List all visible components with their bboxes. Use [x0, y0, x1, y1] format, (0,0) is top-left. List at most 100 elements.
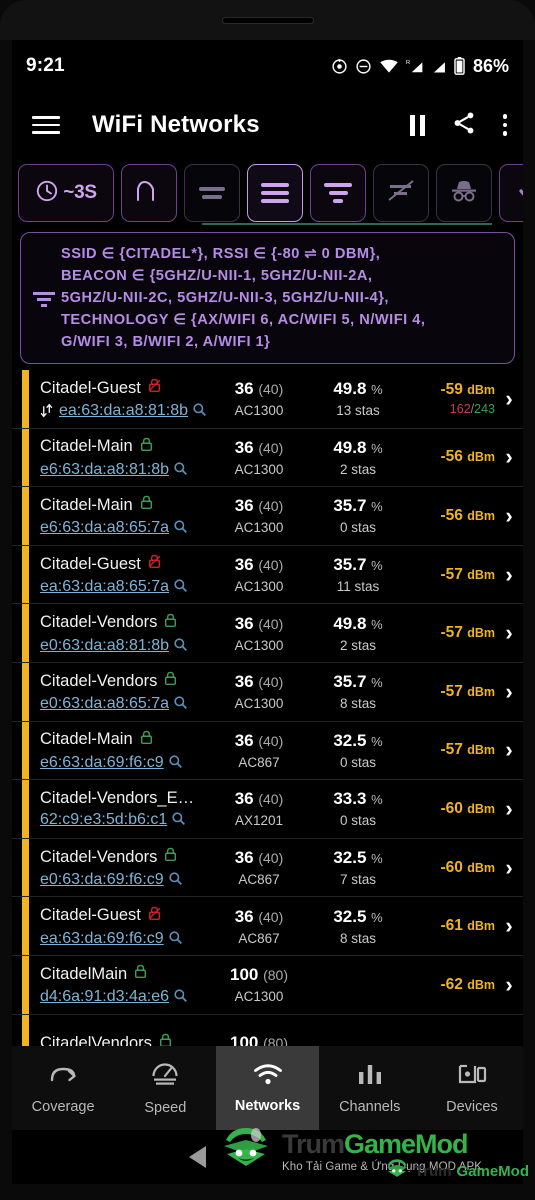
- network-bssid[interactable]: e0:63:da:69:f6:c9: [40, 871, 164, 889]
- incognito-button[interactable]: [436, 164, 492, 222]
- share-icon[interactable]: [451, 110, 477, 141]
- network-list[interactable]: Citadel-Guest ea:63:da:a8:81:8b 36 (40) AC1…: [12, 370, 523, 1074]
- download-button[interactable]: [499, 164, 523, 222]
- row-chevron-icon[interactable]: ›: [497, 386, 521, 412]
- channel-column: 36 (40) AC1300: [207, 379, 311, 418]
- network-row[interactable]: CitadelMain d4:6a:91:d3:4a:e6 100 (80) AC13…: [12, 955, 523, 1015]
- bssid-search-icon[interactable]: [173, 637, 188, 655]
- network-bssid[interactable]: d4:6a:91:d3:4a:e6: [40, 988, 169, 1006]
- bssid-search-icon[interactable]: [173, 578, 188, 596]
- load-column: 32.5 % 0 stas: [311, 731, 405, 770]
- network-row[interactable]: Citadel-Vendors_EXT ... 62:c9:e3:5d:b6:c1…: [12, 780, 523, 839]
- channel-load: 49.8 %: [333, 437, 383, 457]
- network-bssid[interactable]: e0:63:da:a8:65:7a: [40, 695, 169, 713]
- network-bssid[interactable]: e6:63:da:69:f6:c9: [40, 754, 164, 772]
- ssid-line: Citadel-Vendors_EXT ...: [40, 789, 207, 808]
- rssi-column: -61 dBm: [405, 917, 497, 935]
- bssid-search-icon[interactable]: [173, 695, 188, 713]
- network-ssid: Citadel-Guest: [40, 378, 141, 397]
- network-row-body: Citadel-Vendors e0:63:da:69:f6:c9 36 (40) A…: [29, 839, 523, 897]
- network-row[interactable]: Citadel-Main e6:63:da:a8:65:7a 36 (40) AC13…: [12, 487, 523, 546]
- network-bssid[interactable]: ea:63:da:a8:65:7a: [40, 578, 169, 596]
- row-chevron-icon[interactable]: ›: [497, 620, 521, 646]
- bssid-search-icon[interactable]: [168, 754, 183, 772]
- nav-item-speed[interactable]: Speed: [114, 1046, 216, 1130]
- network-row[interactable]: Citadel-Vendors e0:63:da:a8:65:7a 36 (40) A…: [12, 662, 523, 722]
- network-row[interactable]: Citadel-Guest ea:63:da:69:f6:c9 36 (40) AC8…: [12, 897, 523, 956]
- row-chevron-icon[interactable]: ›: [497, 444, 521, 470]
- network-row[interactable]: Citadel-Guest ea:63:da:a8:81:8b 36 (40) AC1…: [12, 370, 523, 429]
- load-column: 32.5 % 8 stas: [311, 907, 405, 946]
- channel-number: 36 (40): [234, 848, 284, 868]
- filter-criteria-box[interactable]: SSID ∈ {CITADEL*}, RSSI ∈ {-80 ⇌ 0 DBM},…: [20, 232, 515, 364]
- phy-rate: AC1300: [234, 989, 284, 1005]
- network-bssid[interactable]: 62:c9:e3:5d:b6:c1: [40, 811, 167, 829]
- sort-filter-button[interactable]: [310, 164, 366, 222]
- network-ssid: Citadel-Vendors_EXT ...: [40, 788, 201, 807]
- filter-toolbar: ~3S: [12, 162, 523, 224]
- row-rates: 162/243: [449, 402, 495, 417]
- bssid-search-icon[interactable]: [173, 988, 188, 1006]
- closed-lock-green-icon: [139, 436, 154, 458]
- nav-item-networks[interactable]: Networks: [216, 1046, 319, 1130]
- bssid-search-icon[interactable]: [168, 930, 183, 948]
- status-icons: R 86%: [331, 56, 509, 77]
- no-filter-button[interactable]: [373, 164, 429, 222]
- network-row-body: Citadel-Guest ea:63:da:a8:81:8b 36 (40) AC1…: [29, 370, 523, 428]
- rssi-unit: dBm: [467, 919, 495, 934]
- phy-rate: AC867: [238, 754, 280, 770]
- rssi-value: -57 dBm: [440, 741, 496, 759]
- row-chevron-icon[interactable]: ›: [497, 972, 521, 998]
- ssid-line: Citadel-Vendors: [40, 612, 207, 634]
- network-ssid: Citadel-Main: [40, 437, 133, 456]
- back-triangle-icon[interactable]: [189, 1146, 206, 1168]
- network-identity: Citadel-Guest ea:63:da:a8:81:8b: [40, 377, 207, 420]
- row-chevron-icon[interactable]: ›: [497, 503, 521, 529]
- network-bssid[interactable]: ea:63:da:69:f6:c9: [40, 930, 164, 948]
- bssid-search-icon[interactable]: [173, 461, 188, 479]
- signal-graph-button[interactable]: [121, 164, 177, 222]
- network-row[interactable]: Citadel-Vendors e0:63:da:a8:81:8b 36 (40) A…: [12, 604, 523, 663]
- network-row[interactable]: Citadel-Vendors e0:63:da:69:f6:c9 36 (40) A…: [12, 838, 523, 898]
- nav-item-coverage[interactable]: Coverage: [12, 1046, 114, 1130]
- download-arrow-icon: [517, 178, 523, 209]
- row-chevron-icon[interactable]: ›: [497, 562, 521, 588]
- compact-list-button[interactable]: [184, 164, 240, 222]
- nav-item-devices[interactable]: Devices: [421, 1046, 523, 1130]
- rssi-value: -57 dBm: [440, 624, 496, 642]
- row-chevron-icon[interactable]: ›: [497, 913, 521, 939]
- phone-bezel-top: [0, 0, 535, 40]
- load-unit: %: [371, 499, 383, 515]
- scan-interval-button[interactable]: ~3S: [18, 164, 114, 222]
- channel-width: (40): [258, 732, 284, 749]
- kebab-menu-icon[interactable]: [502, 114, 507, 136]
- channel-load: 33.3 %: [333, 789, 383, 809]
- hamburger-menu-icon[interactable]: [32, 116, 60, 134]
- row-chevron-icon[interactable]: ›: [497, 796, 521, 822]
- pause-icon[interactable]: [409, 114, 425, 136]
- network-bssid[interactable]: e6:63:da:a8:81:8b: [40, 461, 169, 479]
- bssid-line: ea:63:da:69:f6:c9: [40, 930, 207, 948]
- channel-column: 36 (40) AC867: [207, 731, 311, 770]
- network-bssid[interactable]: ea:63:da:a8:81:8b: [59, 402, 188, 420]
- detailed-list-button[interactable]: [247, 164, 303, 222]
- network-bssid[interactable]: e0:63:da:a8:81:8b: [40, 637, 169, 655]
- network-row[interactable]: Citadel-Guest ea:63:da:a8:65:7a 36 (40) AC1…: [12, 545, 523, 605]
- network-ssid: Citadel-Main: [40, 495, 133, 514]
- bssid-search-icon[interactable]: [168, 871, 183, 889]
- bssid-search-icon[interactable]: [173, 519, 188, 537]
- bssid-search-icon[interactable]: [171, 811, 186, 829]
- rssi-column: -60 dBm: [405, 800, 497, 818]
- network-row[interactable]: Citadel-Main e6:63:da:69:f6:c9 36 (40) AC86…: [12, 721, 523, 781]
- row-chevron-icon[interactable]: ›: [497, 855, 521, 881]
- load-unit: %: [371, 909, 383, 925]
- load-column: 35.7 % 11 stas: [311, 555, 405, 594]
- row-chevron-icon[interactable]: ›: [497, 679, 521, 705]
- rssi-unit: dBm: [467, 567, 495, 582]
- network-row[interactable]: Citadel-Main e6:63:da:a8:81:8b 36 (40) AC13…: [12, 428, 523, 488]
- signal-strength-bar: [22, 897, 29, 955]
- network-bssid[interactable]: e6:63:da:a8:65:7a: [40, 519, 169, 537]
- row-chevron-icon[interactable]: ›: [497, 737, 521, 763]
- bssid-search-icon[interactable]: [192, 402, 207, 420]
- nav-item-channels[interactable]: Channels: [319, 1046, 421, 1130]
